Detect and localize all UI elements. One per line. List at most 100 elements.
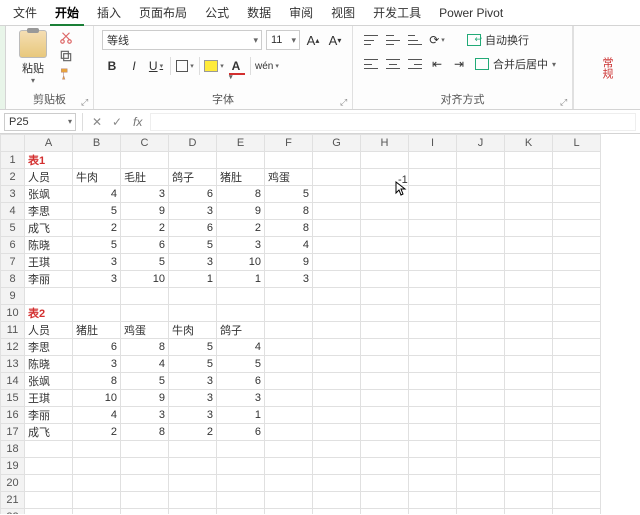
cell-C16[interactable]: 3 (121, 407, 169, 424)
cell-H13[interactable] (361, 356, 409, 373)
cell-I18[interactable] (409, 441, 457, 458)
cell-J1[interactable] (457, 152, 505, 169)
phonetic-button[interactable]: wén (255, 56, 279, 76)
cell-F10[interactable] (265, 305, 313, 322)
font-color-button[interactable]: A (226, 56, 246, 76)
menu-review[interactable]: 审阅 (280, 0, 322, 25)
cell-A5[interactable]: 成飞 (25, 220, 73, 237)
cell-A1[interactable]: 表1 (25, 152, 73, 169)
cell-L6[interactable] (553, 237, 601, 254)
wrap-text-button[interactable]: 自动换行 (463, 30, 533, 50)
merge-center-button[interactable]: 合并后居中▾ (471, 54, 560, 74)
cell-D15[interactable]: 3 (169, 390, 217, 407)
cell-D8[interactable]: 1 (169, 271, 217, 288)
cell-H20[interactable] (361, 475, 409, 492)
cell-B20[interactable] (73, 475, 121, 492)
cell-C13[interactable]: 4 (121, 356, 169, 373)
cell-E8[interactable]: 1 (217, 271, 265, 288)
menu-home[interactable]: 开始 (46, 0, 88, 25)
cell-G19[interactable] (313, 458, 361, 475)
row-header-5[interactable]: 5 (1, 220, 25, 237)
cell-L22[interactable] (553, 509, 601, 515)
row-header-16[interactable]: 16 (1, 407, 25, 424)
row-header-4[interactable]: 4 (1, 203, 25, 220)
cell-D6[interactable]: 5 (169, 237, 217, 254)
cell-H7[interactable] (361, 254, 409, 271)
cell-K1[interactable] (505, 152, 553, 169)
cell-E16[interactable]: 1 (217, 407, 265, 424)
cell-H17[interactable] (361, 424, 409, 441)
col-header-A[interactable]: A (25, 135, 73, 152)
cell-A15[interactable]: 王琪 (25, 390, 73, 407)
cell-K19[interactable] (505, 458, 553, 475)
cell-J7[interactable] (457, 254, 505, 271)
row-header-18[interactable]: 18 (1, 441, 25, 458)
cell-L2[interactable] (553, 169, 601, 186)
cell-J9[interactable] (457, 288, 505, 305)
cell-K2[interactable] (505, 169, 553, 186)
cell-F6[interactable]: 4 (265, 237, 313, 254)
cell-F7[interactable]: 9 (265, 254, 313, 271)
increase-font-button[interactable]: A▴ (304, 30, 322, 50)
cell-K22[interactable] (505, 509, 553, 515)
cell-C14[interactable]: 5 (121, 373, 169, 390)
cell-G16[interactable] (313, 407, 361, 424)
cell-K7[interactable] (505, 254, 553, 271)
cell-A19[interactable] (25, 458, 73, 475)
cell-H18[interactable] (361, 441, 409, 458)
cell-K16[interactable] (505, 407, 553, 424)
cell-E2[interactable]: 猪肚 (217, 169, 265, 186)
cell-E14[interactable]: 6 (217, 373, 265, 390)
cell-A13[interactable]: 陈晓 (25, 356, 73, 373)
row-header-20[interactable]: 20 (1, 475, 25, 492)
cell-F13[interactable] (265, 356, 313, 373)
cell-G3[interactable] (313, 186, 361, 203)
cell-K4[interactable] (505, 203, 553, 220)
cell-I12[interactable] (409, 339, 457, 356)
cell-G10[interactable] (313, 305, 361, 322)
menu-powerpivot[interactable]: Power Pivot (430, 2, 512, 24)
cell-B13[interactable]: 3 (73, 356, 121, 373)
cell-A22[interactable] (25, 509, 73, 515)
cell-I17[interactable] (409, 424, 457, 441)
align-left-button[interactable] (361, 54, 381, 74)
cell-B22[interactable] (73, 509, 121, 515)
cell-B2[interactable]: 牛肉 (73, 169, 121, 186)
cell-A11[interactable]: 人员 (25, 322, 73, 339)
cell-A3[interactable]: 张飒 (25, 186, 73, 203)
spreadsheet-grid[interactable]: ABCDEFGHIJKL1表12人员牛肉毛肚鸽子猪肚鸡蛋3张飒436854李思5… (0, 134, 640, 514)
row-header-21[interactable]: 21 (1, 492, 25, 509)
cell-L1[interactable] (553, 152, 601, 169)
fx-icon[interactable]: fx (129, 115, 146, 129)
cell-I10[interactable] (409, 305, 457, 322)
cell-E13[interactable]: 5 (217, 356, 265, 373)
decrease-indent-button[interactable]: ⇤ (427, 54, 447, 74)
cell-F8[interactable]: 3 (265, 271, 313, 288)
cell-C18[interactable] (121, 441, 169, 458)
cell-B4[interactable]: 5 (73, 203, 121, 220)
cell-H16[interactable] (361, 407, 409, 424)
cell-C6[interactable]: 6 (121, 237, 169, 254)
cell-F12[interactable] (265, 339, 313, 356)
cell-G9[interactable] (313, 288, 361, 305)
cell-B21[interactable] (73, 492, 121, 509)
cell-B8[interactable]: 3 (73, 271, 121, 288)
cell-C1[interactable] (121, 152, 169, 169)
bold-button[interactable]: B (102, 56, 122, 76)
col-header-H[interactable]: H (361, 135, 409, 152)
name-box[interactable]: P25 (4, 113, 76, 131)
row-header-8[interactable]: 8 (1, 271, 25, 288)
cell-B10[interactable] (73, 305, 121, 322)
cell-J10[interactable] (457, 305, 505, 322)
cell-G21[interactable] (313, 492, 361, 509)
increase-indent-button[interactable]: ⇥ (449, 54, 469, 74)
cell-B18[interactable] (73, 441, 121, 458)
cell-J18[interactable] (457, 441, 505, 458)
cell-E9[interactable] (217, 288, 265, 305)
select-all-corner[interactable] (1, 135, 25, 152)
row-header-19[interactable]: 19 (1, 458, 25, 475)
cell-L16[interactable] (553, 407, 601, 424)
cell-F11[interactable] (265, 322, 313, 339)
cell-L4[interactable] (553, 203, 601, 220)
cell-J5[interactable] (457, 220, 505, 237)
